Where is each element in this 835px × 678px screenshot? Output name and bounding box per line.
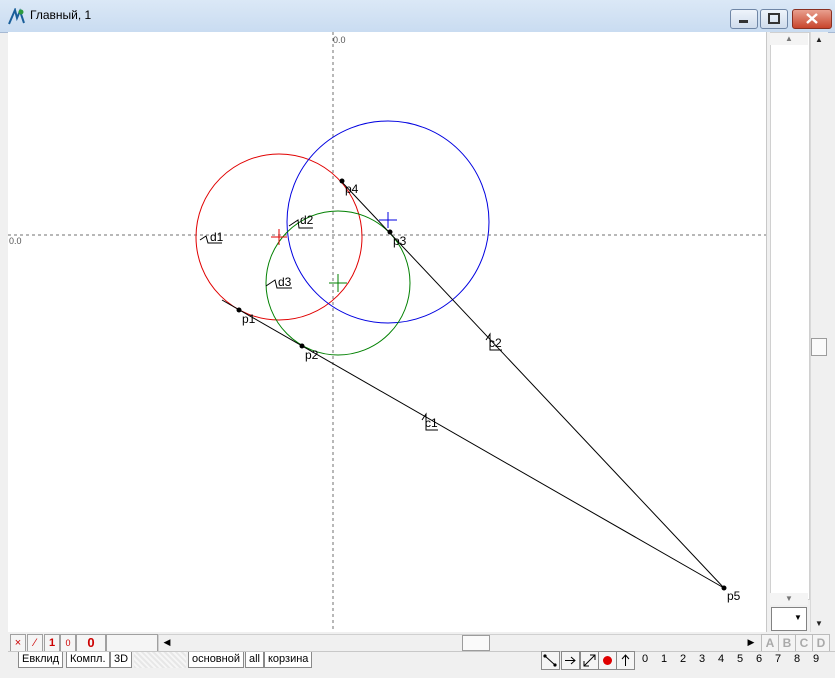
red-center-cross [271, 229, 287, 245]
scroll-right-icon[interactable]: ▶ [744, 635, 758, 649]
app-icon[interactable] [8, 6, 26, 26]
tab-main[interactable]: основной [188, 652, 244, 668]
point-p2 [299, 343, 305, 349]
vertical-scroll-thumb[interactable] [811, 338, 827, 356]
geometry-canvas[interactable]: 0.0 0.0 p1 p2 p3 p4 p5 c1 c2 d1 d2 d3 [8, 32, 766, 632]
zero-button[interactable]: 0 [60, 634, 76, 652]
scroll-left-icon[interactable]: ◀ [160, 635, 174, 649]
line-c1 [221, 299, 725, 589]
up-arrow-icon[interactable] [616, 651, 635, 670]
vertical-scrollbar[interactable] [810, 32, 828, 632]
label-p3: p3 [393, 234, 407, 248]
scroll-down-icon[interactable]: ▼ [811, 616, 827, 632]
maximize-button[interactable] [760, 9, 788, 29]
horizontal-scroll-thumb[interactable] [462, 635, 490, 651]
arrow-right-icon[interactable] [561, 651, 580, 670]
digit-2-button[interactable]: 2 [675, 653, 691, 665]
resize-icon[interactable] [580, 651, 599, 670]
delete-button[interactable]: × [10, 634, 26, 652]
minimize-button[interactable] [730, 9, 758, 29]
point-p4 [339, 178, 345, 184]
line-mode-button[interactable]: ⁄ [27, 634, 43, 652]
digit-7-button[interactable]: 7 [770, 653, 786, 665]
window-title: Главный, 1 [30, 8, 92, 22]
axis-label-left: 0.0 [9, 236, 22, 246]
label-c2: c2 [489, 336, 502, 350]
list-scroll-up-icon[interactable]: ▲ [770, 33, 808, 45]
digit-0-button[interactable]: 0 [637, 653, 653, 665]
digit-8-button[interactable]: 8 [789, 653, 805, 665]
digit-6-button[interactable]: 6 [751, 653, 767, 665]
digit-9-button[interactable]: 9 [808, 653, 824, 665]
digit-1-button[interactable]: 1 [656, 653, 672, 665]
digit-4-button[interactable]: 4 [713, 653, 729, 665]
list-scroll-down-icon[interactable]: ▼ [770, 593, 808, 605]
point-p3 [387, 229, 393, 235]
green-center-cross [329, 274, 347, 292]
tab-3d[interactable]: 3D [110, 652, 133, 668]
label-d3: d3 [278, 275, 292, 289]
tab-trash[interactable]: корзина [264, 652, 313, 668]
layer-list[interactable] [770, 32, 810, 600]
label-d2: d2 [300, 213, 314, 227]
counter-display: 0 [76, 634, 106, 652]
horizontal-scrollbar[interactable] [158, 634, 762, 652]
point-p1 [236, 307, 242, 313]
scroll-up-icon[interactable]: ▲ [811, 32, 827, 48]
letter-a-button[interactable]: A [761, 634, 779, 652]
label-p5: p5 [727, 589, 741, 603]
letter-b-button[interactable]: B [778, 634, 796, 652]
label-p4: p4 [345, 182, 359, 196]
chevron-down-icon[interactable]: ▼ [793, 609, 803, 627]
tab-spacer [134, 652, 186, 668]
tab-euclid[interactable]: Евклид [18, 652, 64, 668]
label-p2: p2 [305, 348, 319, 362]
record-icon[interactable] [598, 651, 617, 670]
one-button[interactable]: 1 [44, 634, 60, 652]
digit-5-button[interactable]: 5 [732, 653, 748, 665]
label-c1: c1 [425, 416, 438, 430]
letter-d-button[interactable]: D [812, 634, 830, 652]
axis-label-top: 0.0 [333, 35, 346, 45]
close-button[interactable] [792, 9, 832, 29]
tab-all[interactable]: all [245, 652, 265, 668]
connect-tool-icon[interactable] [541, 651, 560, 670]
label-d1: d1 [210, 230, 224, 244]
title-bar [0, 0, 835, 33]
label-p1: p1 [242, 312, 256, 326]
digit-3-button[interactable]: 3 [694, 653, 710, 665]
letter-c-button[interactable]: C [795, 634, 813, 652]
point-p5 [721, 585, 727, 591]
status-field [106, 634, 158, 652]
tab-complex[interactable]: Компл. [66, 652, 110, 668]
